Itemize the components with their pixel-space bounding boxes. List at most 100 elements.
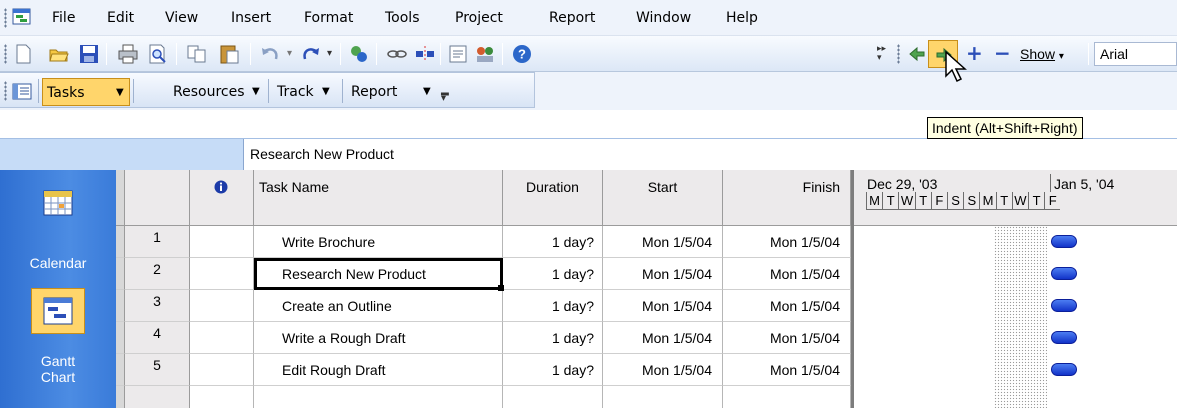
start-cell[interactable] <box>603 386 723 408</box>
task-name-cell[interactable]: Create an Outline <box>254 290 503 322</box>
track-guide-button[interactable]: Track <box>277 81 314 103</box>
open-icon[interactable] <box>48 43 70 65</box>
new-icon[interactable] <box>12 43 34 65</box>
row-id[interactable]: 2 <box>125 258 190 290</box>
row-margin[interactable] <box>116 354 125 386</box>
row-margin[interactable] <box>116 226 125 258</box>
row-margin[interactable] <box>116 386 125 408</box>
toolbar-grip[interactable] <box>4 8 7 28</box>
outdent-icon[interactable] <box>906 43 928 65</box>
menu-report[interactable]: Report <box>549 8 595 28</box>
gantt-chart-view-label-line2[interactable]: Chart <box>0 368 116 386</box>
report-guide-button[interactable]: Report <box>351 81 397 103</box>
link-tasks-icon[interactable] <box>348 43 370 65</box>
duration-cell[interactable]: 1 day? <box>503 258 603 290</box>
font-select[interactable]: Arial <box>1094 42 1177 66</box>
entry-field[interactable]: Research New Product <box>243 139 1177 170</box>
duration-cell[interactable] <box>503 386 603 408</box>
duration-cell[interactable]: 1 day? <box>503 354 603 386</box>
row-margin[interactable] <box>116 290 125 322</box>
row-id[interactable]: 5 <box>125 354 190 386</box>
indicator-cell[interactable] <box>190 386 254 408</box>
row-id[interactable]: 3 <box>125 290 190 322</box>
indicator-cell[interactable] <box>190 290 254 322</box>
save-icon[interactable] <box>78 43 100 65</box>
show-subtasks-icon[interactable]: + <box>966 42 983 64</box>
resources-guide-button[interactable]: Resources <box>173 81 245 103</box>
help-icon[interactable]: ? <box>511 43 533 65</box>
gantt-task-bar[interactable] <box>1051 299 1077 312</box>
indicator-cell[interactable] <box>190 354 254 386</box>
row-header-column[interactable] <box>125 170 190 226</box>
print-preview-icon[interactable] <box>147 43 169 65</box>
menu-insert[interactable]: Insert <box>231 8 271 28</box>
hyperlink-icon[interactable] <box>386 43 408 65</box>
start-column-header[interactable]: Start <box>603 170 723 226</box>
toolbar-grip[interactable] <box>4 81 7 101</box>
toolbar-options-icon[interactable]: ▂ ▾ <box>441 86 449 104</box>
indicator-cell[interactable] <box>190 322 254 354</box>
gantt-task-bar[interactable] <box>1051 267 1077 280</box>
finish-cell[interactable] <box>723 386 851 408</box>
row-id[interactable]: 4 <box>125 322 190 354</box>
menu-file[interactable]: File <box>52 8 75 28</box>
menu-format[interactable]: Format <box>304 8 353 28</box>
row-margin[interactable] <box>116 322 125 354</box>
row-id[interactable] <box>125 386 190 408</box>
duration-cell[interactable]: 1 day? <box>503 322 603 354</box>
finish-cell[interactable]: Mon 1/5/04 <box>723 258 851 290</box>
start-cell[interactable]: Mon 1/5/04 <box>603 322 723 354</box>
finish-cell[interactable]: Mon 1/5/04 <box>723 226 851 258</box>
gantt-chart-view-button[interactable] <box>31 288 85 334</box>
resources-dropdown-icon[interactable]: ▼ <box>252 81 260 103</box>
project-app-icon[interactable] <box>11 6 33 28</box>
finish-column-header[interactable]: Finish <box>723 170 851 226</box>
task-name-cell-selected[interactable]: Research New Product <box>254 258 503 290</box>
duration-cell[interactable]: 1 day? <box>503 290 603 322</box>
tasks-dropdown-icon[interactable]: ▼ <box>116 82 124 104</box>
indicator-cell[interactable] <box>190 226 254 258</box>
undo-icon[interactable] <box>259 43 281 65</box>
redo-dropdown-icon[interactable]: ▾ <box>327 48 332 59</box>
menu-edit[interactable]: Edit <box>107 8 134 28</box>
gantt-task-bar[interactable] <box>1051 331 1077 344</box>
assign-resources-icon[interactable] <box>474 43 496 65</box>
row-margin[interactable] <box>116 258 125 290</box>
show-dropdown[interactable]: Show ▾ <box>1020 44 1064 64</box>
undo-dropdown-icon[interactable]: ▾ <box>287 48 292 59</box>
start-cell[interactable]: Mon 1/5/04 <box>603 354 723 386</box>
task-name-cell[interactable] <box>254 386 503 408</box>
track-dropdown-icon[interactable]: ▼ <box>322 81 330 103</box>
finish-cell[interactable]: Mon 1/5/04 <box>723 354 851 386</box>
toolbar-grip[interactable] <box>897 44 900 64</box>
start-cell[interactable]: Mon 1/5/04 <box>603 258 723 290</box>
select-all-corner[interactable] <box>116 170 125 226</box>
task-name-cell[interactable]: Write a Rough Draft <box>254 322 503 354</box>
toolbar-options-icon[interactable]: ▸▸ ▾ <box>877 45 886 63</box>
paste-icon[interactable] <box>218 43 240 65</box>
row-id[interactable]: 1 <box>125 226 190 258</box>
duration-column-header[interactable]: Duration <box>503 170 603 226</box>
menu-project[interactable]: Project <box>455 8 503 28</box>
split-task-icon[interactable] <box>414 43 436 65</box>
menu-tools[interactable]: Tools <box>385 8 420 28</box>
finish-cell[interactable]: Mon 1/5/04 <box>723 290 851 322</box>
copy-icon[interactable] <box>186 43 208 65</box>
menu-view[interactable]: View <box>165 8 198 28</box>
start-cell[interactable]: Mon 1/5/04 <box>603 226 723 258</box>
gantt-task-bar[interactable] <box>1051 235 1077 248</box>
menu-window[interactable]: Window <box>636 8 691 28</box>
task-name-cell[interactable]: Write Brochure <box>254 226 503 258</box>
finish-cell[interactable]: Mon 1/5/04 <box>723 322 851 354</box>
task-name-column-header[interactable]: Task Name <box>254 170 503 226</box>
report-dropdown-icon[interactable]: ▼ <box>423 81 431 103</box>
project-guide-icon[interactable] <box>11 81 33 103</box>
fill-handle[interactable] <box>498 285 504 291</box>
redo-icon[interactable] <box>300 43 322 65</box>
hide-subtasks-icon[interactable]: − <box>994 42 1011 64</box>
gantt-task-bar[interactable] <box>1051 363 1077 376</box>
menu-help[interactable]: Help <box>726 8 758 28</box>
indicator-column-header[interactable] <box>190 170 254 226</box>
toolbar-grip[interactable] <box>4 44 7 64</box>
task-notes-icon[interactable] <box>447 43 469 65</box>
